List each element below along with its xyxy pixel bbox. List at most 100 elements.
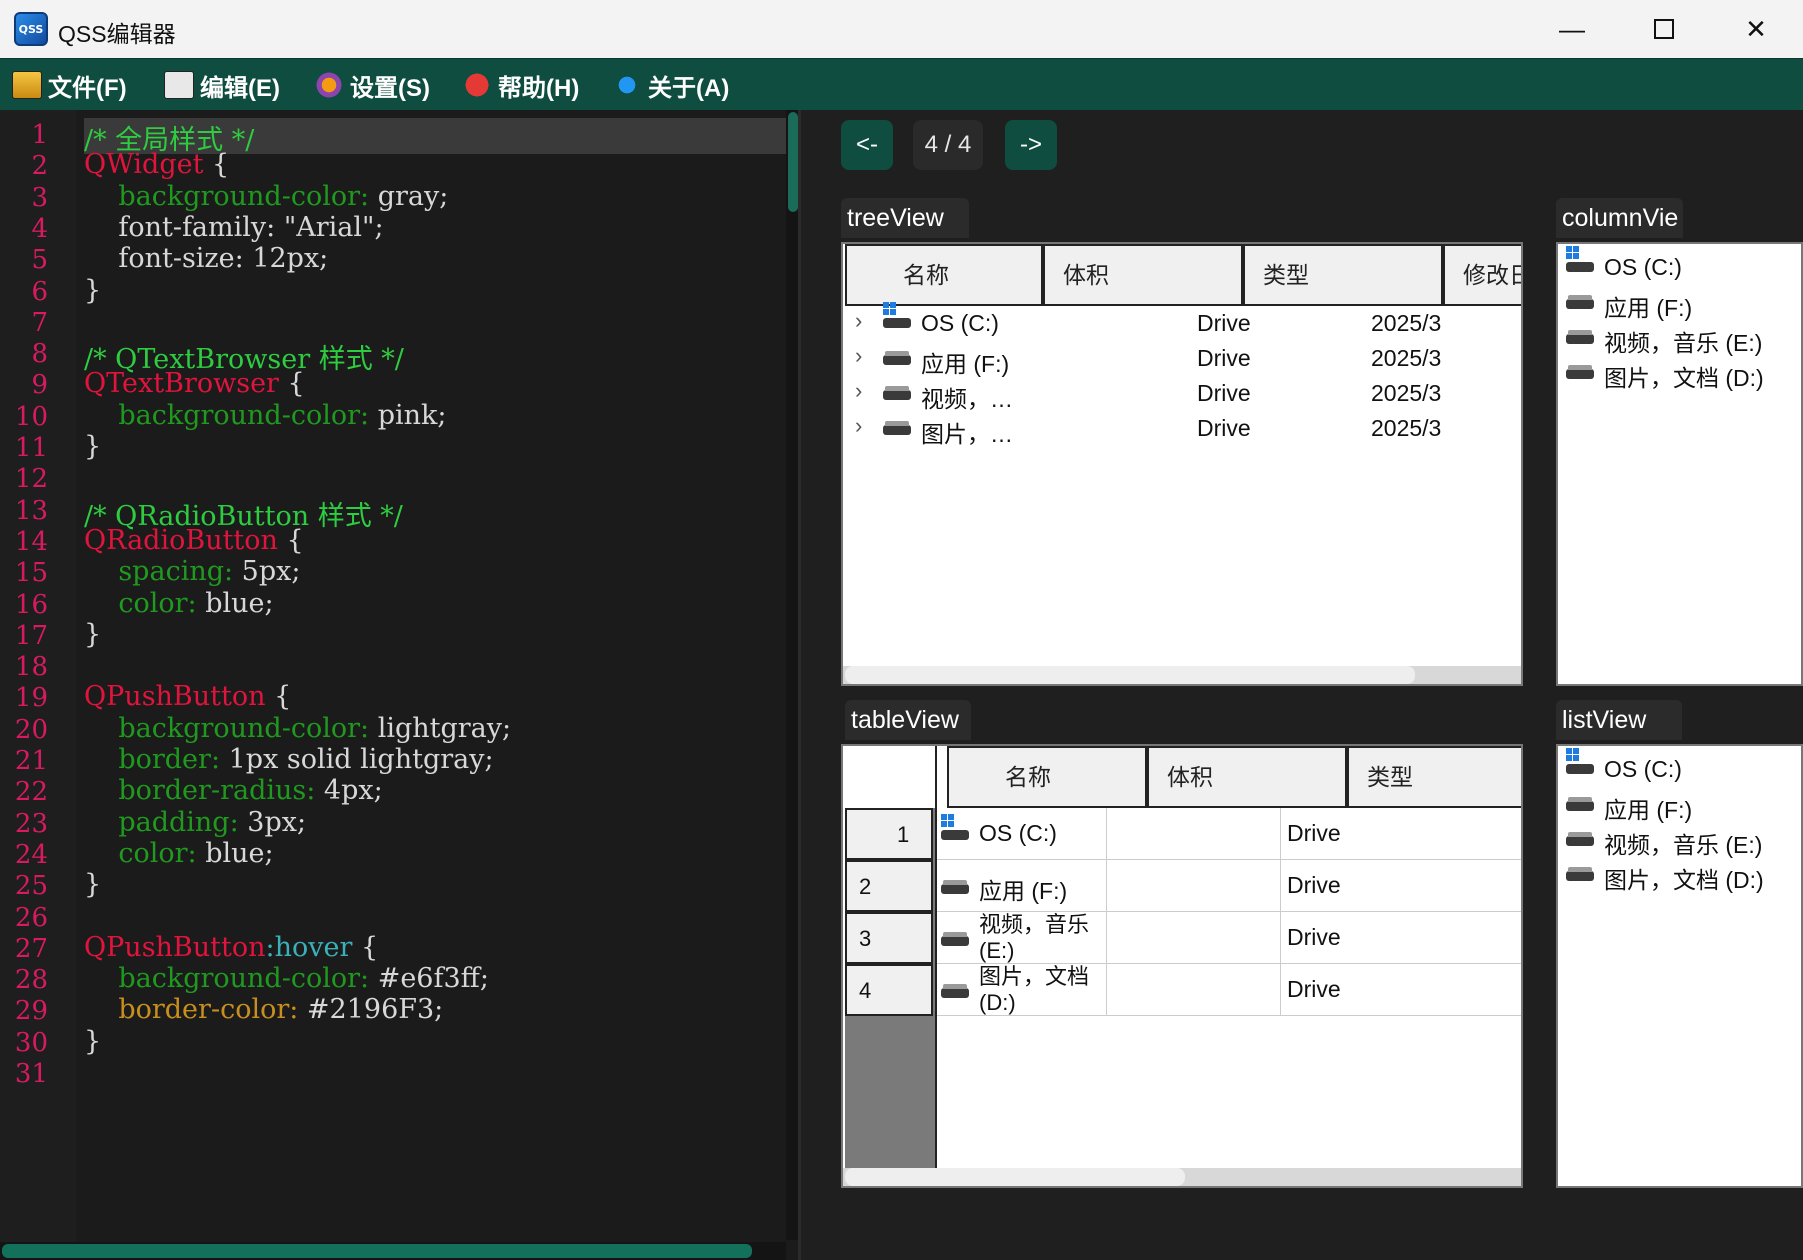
editor-horizontal-scroll-thumb[interactable] (2, 1244, 752, 1258)
list-view-item[interactable]: 图片，文档 (D:) (1604, 861, 1764, 895)
qss-code-editor[interactable]: 1 2 3 4 5 6 7 8 9 10 11 12 13 14 15 16 17 18 19 20 21 22 23 24 2… (0, 110, 798, 1260)
code-line[interactable]: border: 1px solid lightgray; (84, 744, 493, 775)
column-view-item[interactable]: 应用 (F:) (1604, 289, 1692, 323)
tree-row-name[interactable]: OS (C:) (921, 310, 999, 337)
code-line[interactable]: background-color: pink; (84, 400, 446, 431)
table-row-header[interactable]: 3 (845, 912, 933, 964)
code-line[interactable]: border-color: #2196F3; (84, 994, 443, 1025)
table-cell-type[interactable]: Drive (1281, 964, 1521, 1016)
code-line[interactable]: padding: 3px; (84, 807, 306, 838)
preview-panel: <- 4 / 4 -> treeView 名称 体积 类型 修改日 › OS (C… (801, 110, 1803, 1260)
editor-vertical-scroll-thumb[interactable] (788, 112, 798, 212)
table-row-header[interactable]: 2 (845, 860, 933, 912)
prev-page-button[interactable]: <- (841, 120, 893, 170)
tree-row-name[interactable]: 视频，… (921, 380, 1013, 414)
line-number: 6 (31, 276, 48, 307)
code-line[interactable]: background-color: #e6f3ff; (84, 963, 489, 994)
list-view-item[interactable]: 应用 (F:) (1604, 791, 1692, 825)
code-line[interactable]: background-color: gray; (84, 181, 448, 212)
code-token: QWidget (84, 149, 204, 181)
table-header-name[interactable]: 名称 (947, 746, 1147, 808)
code-line[interactable]: QRadioButton { (84, 525, 304, 556)
column-view-item[interactable]: 图片，文档 (D:) (1604, 359, 1764, 393)
table-row-header[interactable]: 4 (845, 964, 933, 1016)
table-cell-name[interactable]: 应用 (F:) (935, 860, 1107, 912)
code-line[interactable]: color: blue; (84, 588, 273, 619)
tree-horizontal-scroll-thumb[interactable] (845, 666, 1415, 684)
code-token: QRadioButton (84, 524, 278, 556)
line-number: 21 (14, 746, 48, 776)
code-line[interactable]: } (84, 431, 101, 462)
table-horizontal-scroll-thumb[interactable] (845, 1168, 1185, 1186)
cell-name-line2: (D:) (979, 990, 1016, 1015)
close-button[interactable]: ✕ (1710, 0, 1802, 58)
expand-chevron-icon[interactable]: › (855, 308, 862, 334)
windows-drive-icon (941, 814, 969, 844)
code-line[interactable]: } (84, 275, 101, 306)
table-cell-type[interactable]: Drive (1281, 860, 1521, 912)
maximize-button[interactable] (1618, 0, 1710, 58)
minimize-button[interactable]: — (1526, 0, 1618, 58)
tree-view[interactable]: 名称 体积 类型 修改日 › OS (C:) Drive 2025/3 › 应用 (F:)… (841, 242, 1523, 686)
code-line[interactable]: } (84, 1026, 101, 1057)
code-token: 5px; (233, 556, 301, 588)
list-view-item[interactable]: 视频，音乐 (E:) (1604, 826, 1762, 860)
row-number: 4 (859, 978, 872, 1003)
editor-vertical-scrollbar[interactable] (786, 110, 798, 1240)
code-line[interactable]: } (84, 869, 101, 900)
code-line[interactable]: font-size: 12px; (84, 243, 328, 274)
table-cell-type[interactable]: Drive (1281, 808, 1521, 860)
menu-about[interactable]: 关于(A) (612, 69, 729, 102)
list-view-item[interactable]: OS (C:) (1604, 756, 1682, 783)
code-line[interactable]: border-radius: 4px; (84, 775, 383, 807)
column-view[interactable]: OS (C:) 应用 (F:) 视频，音乐 (E:) 图片，文档 (D:) (1556, 242, 1803, 686)
code-line[interactable]: color: blue; (84, 838, 273, 869)
menu-settings[interactable]: 设置(S) (314, 69, 430, 102)
table-header-size[interactable]: 体积 (1147, 746, 1347, 808)
code-line[interactable]: QPushButton:hover { (84, 932, 378, 963)
menu-file[interactable]: 文件(F) (12, 69, 127, 102)
menu-edit[interactable]: 编辑(E) (164, 69, 280, 102)
tree-header-name[interactable]: 名称 (845, 244, 1043, 306)
line-number: 18 (14, 652, 48, 683)
table-cell-size[interactable] (1107, 964, 1281, 1016)
column-view-item[interactable]: OS (C:) (1604, 254, 1682, 281)
expand-chevron-icon[interactable]: › (855, 343, 862, 369)
expand-chevron-icon[interactable]: › (855, 413, 862, 439)
code-line[interactable]: QTextBrowser { (84, 368, 305, 399)
tree-row-name[interactable]: 应用 (F:) (921, 345, 1009, 379)
tree-header-type[interactable]: 类型 (1243, 244, 1443, 306)
column-view-item[interactable]: 视频，音乐 (E:) (1604, 324, 1762, 358)
line-number: 9 (31, 370, 48, 401)
code-line[interactable]: spacing: 5px; (84, 556, 300, 587)
tree-header-modified[interactable]: 修改日 (1443, 244, 1521, 306)
code-token: lightgray; (369, 712, 512, 744)
table-view[interactable]: 名称 体积 类型 1 OS (C:) Drive 2 应用 (F:) Drive 3 视频，音… (841, 744, 1523, 1188)
code-line[interactable]: } (84, 619, 101, 650)
table-header-type[interactable]: 类型 (1347, 746, 1521, 808)
table-cell-name[interactable]: 视频，音乐 (E:) (935, 912, 1107, 964)
table-cell-size[interactable] (1107, 808, 1281, 860)
windows-drive-icon (1566, 246, 1594, 276)
code-line[interactable]: QPushButton { (84, 681, 291, 712)
code-token: border-radius: (84, 775, 316, 807)
next-page-button[interactable]: -> (1005, 120, 1057, 170)
code-line[interactable]: background-color: lightgray; (84, 713, 511, 744)
app-icon: QSS (14, 12, 48, 46)
code-token: 4px; (315, 775, 383, 807)
tree-row-name[interactable]: 图片，… (921, 415, 1013, 449)
table-cell-name[interactable]: 图片，文档 (D:) (935, 964, 1107, 1016)
code-line[interactable]: font-family: "Arial"; (84, 212, 383, 243)
table-cell-size[interactable] (1107, 912, 1281, 964)
code-line[interactable]: QWidget { (84, 149, 229, 180)
table-cell-size[interactable] (1107, 860, 1281, 912)
table-row-header[interactable]: 1 (845, 808, 933, 860)
table-cell-name[interactable]: OS (C:) (935, 808, 1107, 860)
menu-help[interactable]: 帮助(H) (462, 69, 579, 102)
tree-header-size[interactable]: 体积 (1043, 244, 1243, 306)
tree-row-date: 2025/3 (1371, 380, 1442, 406)
expand-chevron-icon[interactable]: › (855, 378, 862, 404)
list-view[interactable]: OS (C:) 应用 (F:) 视频，音乐 (E:) 图片，文档 (D:) (1556, 744, 1803, 1188)
table-cell-type[interactable]: Drive (1281, 912, 1521, 964)
line-number: 20 (14, 714, 48, 745)
